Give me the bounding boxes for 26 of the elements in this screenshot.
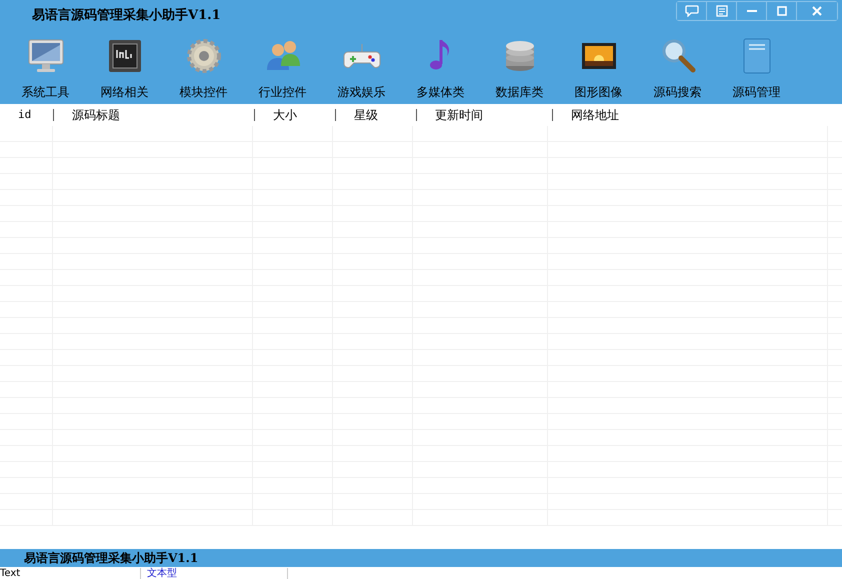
maximize-icon xyxy=(776,5,788,17)
toolbar-button[interactable]: 网络相关 xyxy=(85,30,164,102)
close-icon xyxy=(811,5,823,17)
toolbar-button[interactable]: 源码搜索 xyxy=(638,30,717,102)
toolbar-button[interactable]: 系统工具 xyxy=(6,30,85,102)
minimize-icon xyxy=(746,10,756,12)
column-header[interactable]: 源码标题 xyxy=(72,108,120,122)
toolbar-button[interactable]: 数据库类 xyxy=(480,30,559,102)
column-header[interactable]: 更新时间 xyxy=(435,108,483,122)
column-header[interactable]: 星级 xyxy=(354,108,378,122)
window-title: 易语言源码管理采集小助手V1.1 xyxy=(32,6,221,24)
table-cell: Text xyxy=(0,568,141,579)
toolbar-button[interactable]: 游戏娱乐 xyxy=(322,30,401,102)
column-header[interactable]: 网络地址 xyxy=(571,108,619,122)
column-header[interactable]: 大小 xyxy=(273,108,297,122)
toolbar-button[interactable]: 源码管理 xyxy=(717,30,796,102)
speech-bubble-icon xyxy=(684,5,698,17)
list-icon xyxy=(716,5,728,17)
toolbar-button[interactable]: 图形图像 xyxy=(559,30,638,102)
status-bar-title: 易语言源码管理采集小助手V1.1 xyxy=(24,550,198,567)
toolbar-button[interactable]: 模块控件 xyxy=(164,30,243,102)
toolbar-button[interactable]: 行业控件 xyxy=(243,30,322,102)
feedback-button[interactable] xyxy=(677,2,707,20)
type-link[interactable]: 文本型 xyxy=(141,568,288,579)
toolbar-button[interactable]: 多媒体类 xyxy=(401,30,480,102)
column-header[interactable]: id xyxy=(18,108,32,122)
